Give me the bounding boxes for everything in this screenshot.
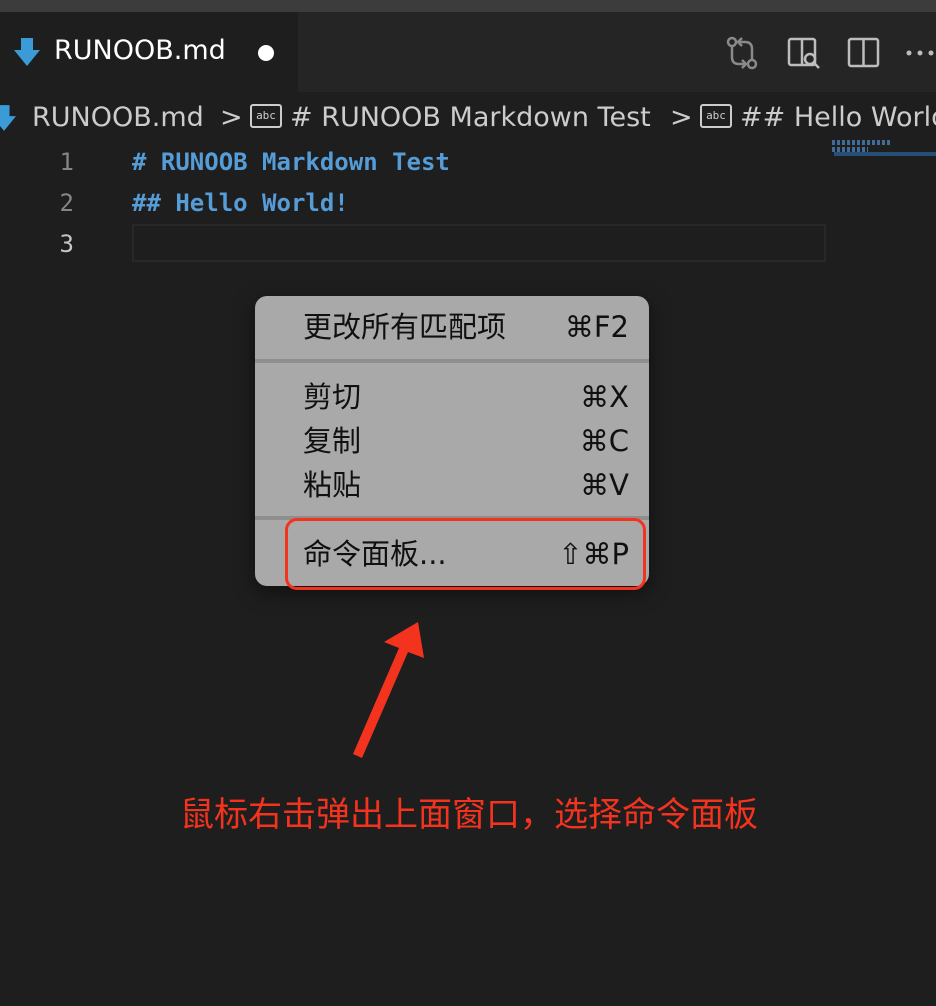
menu-item-label: 更改所有匹配项 xyxy=(303,310,507,344)
breadcrumb-separator: > xyxy=(220,102,243,133)
menu-item-label: 剪切 xyxy=(303,380,362,414)
minimap-slider[interactable] xyxy=(834,152,936,156)
menu-item-label: 复制 xyxy=(303,424,362,458)
menu-item-cut[interactable]: 剪切 ⌘X xyxy=(255,375,649,419)
unsaved-dot-icon[interactable] xyxy=(258,45,274,61)
markdown-file-icon xyxy=(0,105,16,131)
annotation-arrow-icon xyxy=(353,622,424,758)
line-number: 2 xyxy=(59,189,74,217)
breadcrumb-separator: > xyxy=(670,102,693,133)
minimap[interactable] xyxy=(832,140,936,160)
string-symbol-icon: abc xyxy=(250,104,282,128)
line-number: 1 xyxy=(59,148,74,176)
menu-item-shortcut: ⌘F2 xyxy=(564,310,629,344)
code-line[interactable]: # RUNOOB Markdown Test xyxy=(132,142,450,182)
menu-separator xyxy=(255,359,649,363)
menu-item-shortcut: ⌘V xyxy=(580,468,629,502)
string-symbol-icon: abc xyxy=(700,104,732,128)
breadcrumb-file[interactable]: RUNOOB.md xyxy=(32,99,204,137)
tab-runoob-md[interactable]: RUNOOB.md xyxy=(0,12,298,92)
current-line-highlight xyxy=(132,224,826,262)
markdown-arrow-icon xyxy=(14,38,40,66)
breadcrumb: RUNOOB.md > abc # RUNOOB Markdown Test >… xyxy=(0,92,936,144)
menu-item-shortcut: ⌘C xyxy=(579,424,629,458)
menu-item-paste[interactable]: 粘贴 ⌘V xyxy=(255,463,649,507)
compare-changes-icon[interactable] xyxy=(724,35,760,71)
breadcrumb-heading-2[interactable]: ## Hello World xyxy=(740,99,936,137)
line-number-active: 3 xyxy=(59,230,74,258)
annotation-text: 鼠标右击弹出上面窗口，选择命令面板 xyxy=(180,795,758,835)
menu-item-copy[interactable]: 复制 ⌘C xyxy=(255,419,649,463)
tab-bar: RUNOOB.md xyxy=(0,12,936,92)
vscode-window: RUNOOB.md RUNOOB.md > abc # RUNOOB Markd… xyxy=(0,0,936,1006)
open-preview-icon[interactable] xyxy=(786,35,822,71)
tab-title: RUNOOB.md xyxy=(54,35,226,66)
annotation-highlight-box xyxy=(285,518,646,590)
menu-item-label: 粘贴 xyxy=(303,468,362,502)
menu-item-shortcut: ⌘X xyxy=(580,380,629,414)
title-strip xyxy=(0,0,936,12)
split-editor-icon[interactable] xyxy=(846,35,882,71)
menu-item-change-all-occurrences[interactable]: 更改所有匹配项 ⌘F2 xyxy=(255,305,649,349)
more-actions-icon[interactable] xyxy=(904,35,936,71)
breadcrumb-heading-1[interactable]: # RUNOOB Markdown Test xyxy=(290,99,651,137)
code-line[interactable]: ## Hello World! xyxy=(132,183,349,223)
